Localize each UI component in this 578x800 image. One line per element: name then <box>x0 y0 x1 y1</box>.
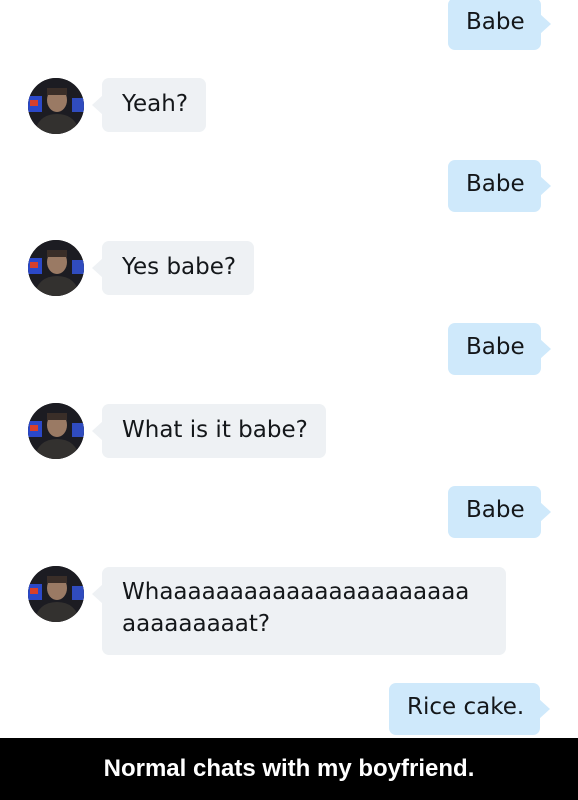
avatar[interactable] <box>28 78 84 134</box>
avatar[interactable] <box>28 566 84 622</box>
received-message[interactable]: What is it babe? <box>92 404 326 458</box>
message-text: Yes babe? <box>122 254 237 280</box>
message-text: Babe <box>466 334 525 360</box>
sent-message[interactable]: Babe <box>448 0 551 50</box>
profile-photo-icon <box>28 403 84 459</box>
received-message[interactable]: Yeah? <box>91 78 207 132</box>
conversation-thread: Babe Yeah? Babe Yes babe? Babe What is i… <box>0 0 578 738</box>
profile-photo-icon <box>28 78 84 134</box>
sent-message[interactable]: Babe <box>448 323 551 375</box>
message-text-line: aaaaaaaaat? <box>122 611 271 637</box>
sent-message[interactable]: Babe <box>448 486 551 538</box>
received-message[interactable]: Whaaaaaaaaaaaaaaaaaaaaaa aaaaaaaaat? <box>92 567 506 655</box>
message-text-line: Whaaaaaaaaaaaaaaaaaaaaaa <box>122 579 470 605</box>
profile-photo-icon <box>28 566 84 622</box>
received-message[interactable]: Yes babe? <box>91 241 255 295</box>
avatar[interactable] <box>28 403 84 459</box>
message-text: Babe <box>466 171 525 197</box>
avatar[interactable] <box>28 240 84 296</box>
meme-caption: Normal chats with my boyfriend. <box>0 738 578 800</box>
sent-message[interactable]: Rice cake. <box>389 683 551 735</box>
message-text: Babe <box>466 9 525 35</box>
message-text: Babe <box>466 497 525 523</box>
message-text: Rice cake. <box>407 694 525 720</box>
profile-photo-icon <box>28 240 84 296</box>
message-text: What is it babe? <box>122 417 308 443</box>
sent-message[interactable]: Babe <box>448 160 551 212</box>
message-text: Yeah? <box>122 91 189 117</box>
